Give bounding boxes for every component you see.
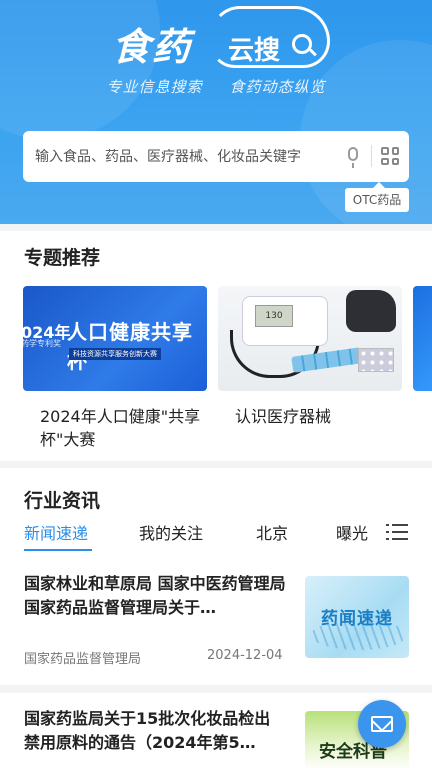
- search-magnifier-icon: [292, 34, 312, 54]
- banner-main: 人口健康共享杯: [67, 320, 193, 373]
- slogans: 专业信息搜索 食药动态纵览: [0, 76, 432, 97]
- topic-card-health-cup[interactable]: 024年 药学专利奖 人口健康共享杯 科技资源共享服务创新大赛 2024年人口健…: [23, 286, 207, 451]
- search-divider: [371, 145, 372, 167]
- logo-cloud-text: 云搜: [228, 36, 281, 66]
- banner-tag: 科技资源共享服务创新大赛: [69, 348, 161, 360]
- banner-sub: 药学专利奖: [23, 339, 61, 348]
- slogan-search: 专业信息搜索: [106, 78, 203, 96]
- scan-grid-icon[interactable]: [381, 147, 399, 165]
- search-bar[interactable]: [23, 131, 409, 182]
- topic-card-image: 130: [218, 286, 402, 391]
- blister-pack: [358, 348, 394, 372]
- message-fab[interactable]: [358, 700, 406, 748]
- header-banner: 食药 云搜 专业信息搜索 食药动态纵览 OTC药品: [0, 0, 432, 224]
- active-tab-indicator: [24, 549, 92, 551]
- topics-title: 专题推荐: [24, 247, 101, 269]
- news-item-title: 国家林业和草原局 国家中医药管理局 国家药品监督管理局关于…: [24, 574, 286, 617]
- tab-my-follow[interactable]: 我的关注: [139, 520, 203, 544]
- topic-card-image: 024年 药学专利奖 人口健康共享杯 科技资源共享服务创新大赛: [23, 286, 207, 391]
- envelope-icon: [371, 716, 393, 732]
- news-item-date: 2024-12-04: [207, 648, 283, 663]
- topic-card-label: 2024年人口健康"共享杯"大赛: [40, 407, 201, 449]
- logo-main-text: 食药: [112, 25, 193, 69]
- thumbnail-text: 药闻速递: [321, 609, 393, 629]
- news-item-source: 国家药品监督管理局: [24, 652, 142, 667]
- menu-list-icon[interactable]: [386, 524, 408, 540]
- news-item-title: 国家药监局关于15批次化妆品检出禁用原料的通告（2024年第5…: [24, 709, 271, 752]
- app-logo: 食药 云搜: [0, 6, 432, 72]
- topic-card-label: 认识医疗器械: [235, 407, 332, 426]
- otc-drug-tag[interactable]: OTC药品: [345, 182, 409, 212]
- slogan-news: 食药动态纵览: [229, 78, 326, 96]
- tab-news-express[interactable]: 新闻速递: [24, 520, 88, 544]
- topics-section: 专题推荐 024年 药学专利奖 人口健康共享杯 科技资源共享服务创新大赛 202…: [0, 231, 432, 461]
- search-input[interactable]: [35, 148, 345, 165]
- topic-card-medical-devices[interactable]: 130 认识医疗器械: [218, 286, 402, 428]
- tab-beijing[interactable]: 北京: [256, 520, 288, 544]
- news-list-item[interactable]: 国家药监局关于15批次化妆品检出禁用原料的通告（2024年第5… 安全科普: [24, 707, 410, 768]
- microphone-icon[interactable]: [348, 147, 358, 168]
- tab-exposure[interactable]: 曝光: [336, 520, 368, 544]
- news-title: 行业资讯: [24, 490, 101, 512]
- blood-pressure-monitor: 130: [242, 296, 328, 346]
- news-list-item[interactable]: 国家林业和草原局 国家中医药管理局 国家药品监督管理局关于… 国家药品监督管理局…: [24, 572, 410, 667]
- monitor-screen: 130: [255, 305, 293, 327]
- item-separator: [0, 685, 432, 693]
- topic-card-image: [413, 286, 432, 391]
- news-item-thumbnail: 药闻速递: [305, 576, 409, 658]
- topic-card-partial[interactable]: [413, 286, 432, 391]
- pressure-cuff: [346, 290, 396, 332]
- news-tabs: 新闻速递 我的关注 北京 曝光: [24, 520, 424, 552]
